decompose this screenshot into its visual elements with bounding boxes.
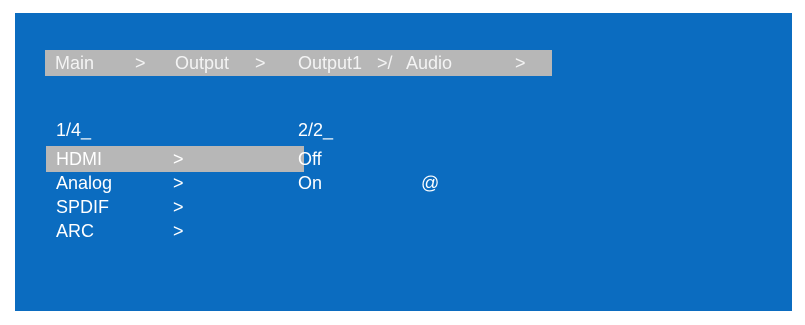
selected-marker-icon: @ bbox=[421, 173, 440, 193]
option-label: On bbox=[298, 173, 323, 193]
chevron-right-icon: > bbox=[173, 197, 184, 217]
left-page-indicator: 1/4_ bbox=[56, 120, 92, 140]
chevron-right-icon: > bbox=[173, 221, 184, 241]
breadcrumb-sep-2: > bbox=[255, 53, 266, 73]
breadcrumb-sep-4: > bbox=[515, 53, 526, 73]
breadcrumb-output[interactable]: Output bbox=[175, 51, 229, 75]
breadcrumb-sep-3: >/ bbox=[377, 53, 393, 73]
breadcrumb-output1[interactable]: Output1 bbox=[298, 51, 362, 75]
breadcrumb-sep-1: > bbox=[135, 53, 146, 73]
osd-screen: Main > Output > Output1 >/ Audio > 1/4_ … bbox=[15, 13, 792, 311]
chevron-right-icon: > bbox=[173, 149, 184, 169]
menu-item-label: SPDIF bbox=[56, 197, 110, 217]
menu-item-label: Analog bbox=[56, 173, 113, 193]
menu-item-label: HDMI bbox=[56, 149, 102, 169]
chevron-right-icon: > bbox=[173, 173, 184, 193]
option-label: Off bbox=[298, 149, 322, 169]
right-page-indicator: 2/2_ bbox=[298, 120, 334, 140]
breadcrumb-main[interactable]: Main bbox=[55, 51, 94, 75]
breadcrumb-audio[interactable]: Audio bbox=[406, 51, 452, 75]
menu-item-label: ARC bbox=[56, 221, 95, 241]
